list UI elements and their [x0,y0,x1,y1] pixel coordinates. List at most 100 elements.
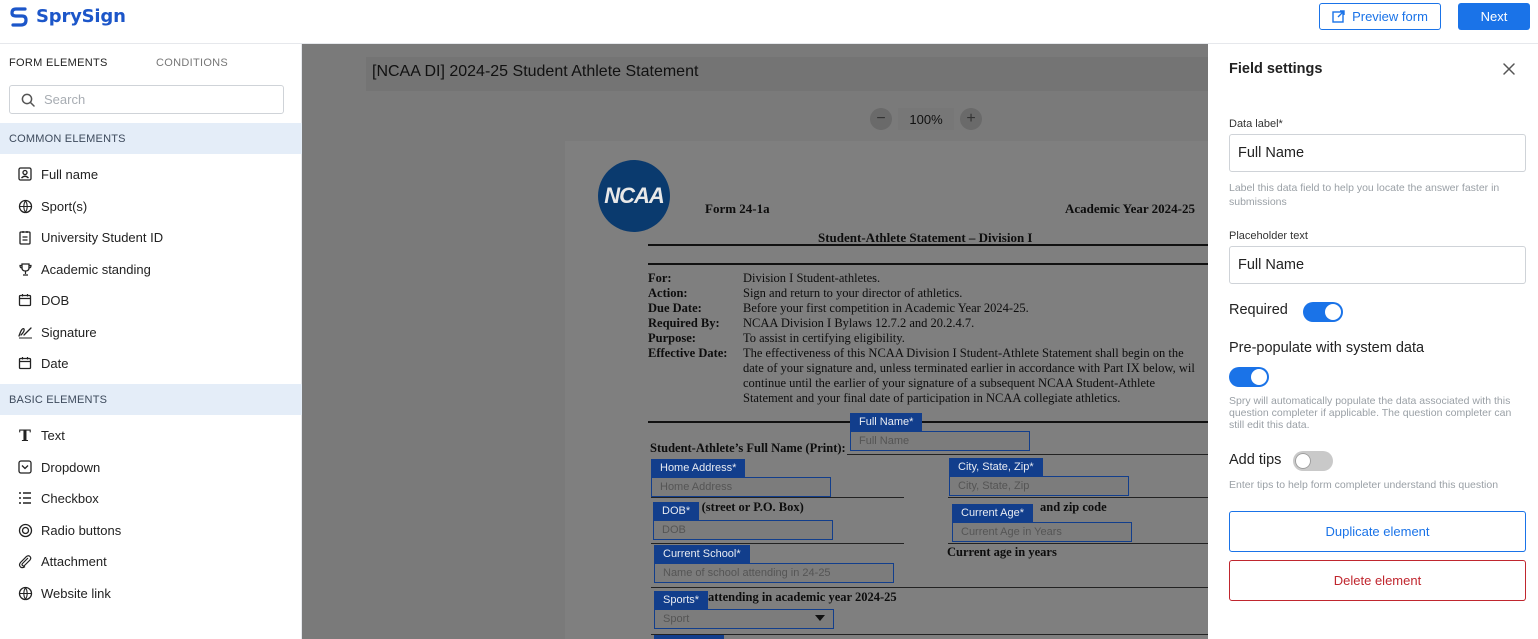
form-canvas: [NCAA DI] 2024-25 Student Athlete Statem… [302,44,1208,639]
text-icon: T [19,425,31,445]
info-row-continued: Statement and your final date of partici… [743,391,1121,405]
signature-icon [17,324,33,340]
calendar-icon [17,292,33,308]
globe-icon [17,585,33,601]
basic-elements-heading: BASIC ELEMENTS [0,384,302,415]
next-button[interactable]: Next [1458,3,1530,30]
sidebar-item-label: Sport(s) [41,198,88,214]
search-box [9,85,284,114]
underline [948,543,1208,544]
sidebar-item-checkbox[interactable]: Checkbox [17,487,99,509]
prepopulate-toggle[interactable] [1229,367,1269,387]
zoom-controls: − 100% + [870,108,982,130]
external-link-icon [1332,10,1345,23]
attending-caption: attending in academic year 2024-25 [708,590,897,604]
signature-line [847,454,1208,455]
panel-title: Field settings [1229,61,1323,77]
zoom-out-button[interactable]: − [870,108,892,130]
sprysign-logo-icon [10,6,28,27]
sidebar-item-dob[interactable]: DOB [17,289,69,311]
data-label-help: Label this data field to help you locate… [1229,182,1500,208]
tab-form-elements[interactable]: FORM ELEMENTS [9,57,108,69]
search-input[interactable] [44,92,264,107]
sidebar-item-student-id[interactable]: University Student ID [17,226,163,248]
toggle-knob [1251,369,1267,385]
field-current-school[interactable]: Name of school attending in 24-25 [654,563,894,583]
sidebar-item-label: Attachment [41,553,107,569]
sidebar-item-label: Academic standing [41,261,151,277]
sidebar-item-label: Radio buttons [41,522,122,538]
zip-caption: and zip code [1040,500,1107,514]
info-row: Due Date: Before your first competition i… [648,301,1029,315]
academic-year: Academic Year 2024-25 [1065,201,1195,216]
document-page: NCAA Form 24-1a Academic Year 2024-25 St… [565,141,1208,639]
info-row-continued: date of your signature and, unless termi… [743,361,1195,375]
top-bar: SprySign Preview form Next [0,0,1538,44]
field-tag-dob[interactable]: DOB* [653,502,700,520]
field-dob[interactable]: DOB [653,520,833,540]
sidebar-item-label: Text [41,427,65,443]
sidebar-item-label: Dropdown [41,459,101,475]
dropdown-icon [17,459,33,475]
sidebar-item-attachment[interactable]: Attachment [17,550,107,572]
data-label-input[interactable] [1229,134,1526,172]
radio-icon [17,522,33,538]
sidebar-item-radio-buttons[interactable]: Radio buttons [17,519,121,541]
sidebar-item-website-link[interactable]: Website link [17,582,111,604]
tab-conditions[interactable]: CONDITIONS [156,57,228,69]
zoom-in-button[interactable]: + [960,108,982,130]
sidebar-item-label: Signature [41,324,97,340]
field-home-address[interactable]: Home Address [651,477,831,497]
field-tag-full-name[interactable]: Full Name* [850,413,923,431]
required-toggle[interactable] [1303,302,1343,322]
zoom-level: 100% [898,108,954,130]
sidebar-item-label: DOB [41,292,70,308]
sidebar-item-sports[interactable]: Sport(s) [17,195,87,217]
prepopulate-label: Pre-populate with system data [1229,340,1425,356]
delete-element-button[interactable]: Delete element [1229,560,1526,601]
form-number: Form 24-1a [705,201,770,216]
sidebar-item-label: Checkbox [41,490,99,506]
sidebar-item-academic-standing[interactable]: Academic standing [17,258,151,280]
field-current-age[interactable]: Current Age in Years [952,522,1132,542]
prepopulate-help: Spry will automatically populate the dat… [1229,395,1512,431]
toggle-knob [1295,453,1311,469]
required-label: Required [1229,302,1288,318]
placeholder-input[interactable] [1229,246,1526,284]
field-tag-current-school[interactable]: Current School* [654,545,750,563]
divider [648,263,1208,265]
sidebar-item-text[interactable]: T Text [17,424,65,446]
info-row: For: Division I Student-athletes. [648,271,881,285]
info-row: Effective Date: The effectiveness of this… [648,346,1184,360]
sidebar-item-date[interactable]: Date [17,352,68,374]
app-logo[interactable]: SprySign [10,6,126,27]
add-tips-toggle[interactable] [1293,451,1333,471]
elements-sidebar: FORM ELEMENTS CONDITIONS COMMON ELEMENTS… [0,44,302,639]
person-badge-icon [17,166,33,182]
sidebar-item-label: University Student ID [41,229,164,245]
field-tag-city-state-zip[interactable]: City, State, Zip* [949,458,1043,476]
placeholder-label: Placeholder text [1229,230,1308,242]
search-icon [21,93,35,107]
sidebar-item-signature[interactable]: Signature [17,321,97,343]
form-title[interactable]: [NCAA DI] 2024-25 Student Athlete Statem… [372,63,698,81]
sidebar-item-dropdown[interactable]: Dropdown [17,456,100,478]
divider [648,421,1208,423]
ball-icon [17,198,33,214]
calendar-icon [17,355,33,371]
underline [651,634,1208,635]
duplicate-element-button[interactable]: Duplicate element [1229,511,1526,552]
sidebar-item-full-name[interactable]: Full name [17,163,98,185]
close-icon[interactable] [1500,60,1518,78]
field-full-name[interactable]: Full Name [850,431,1030,451]
field-city-state-zip[interactable]: City, State, Zip [949,476,1129,496]
field-settings-panel: Field settings Data label* Label this da… [1208,44,1538,639]
preview-form-button[interactable]: Preview form [1319,3,1441,30]
underline [651,497,904,498]
divider [648,244,1208,246]
field-tag-next[interactable] [654,635,724,639]
field-tag-current-age[interactable]: Current Age* [952,504,1033,522]
field-tag-home-address[interactable]: Home Address* [651,459,746,477]
field-tag-sports[interactable]: Sports* [654,591,709,609]
field-sports-dropdown[interactable]: Sport [654,609,834,629]
